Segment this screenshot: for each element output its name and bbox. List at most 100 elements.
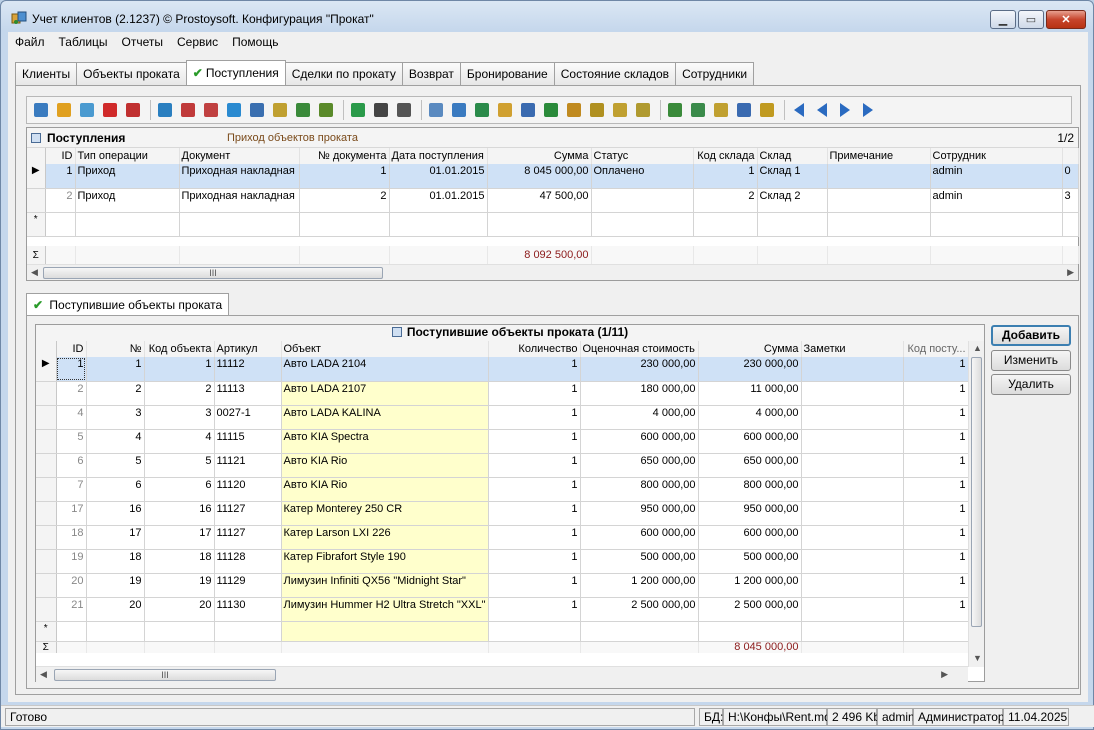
- cell-obj[interactable]: Авто LADA KALINA: [281, 405, 489, 430]
- export-excel-icon-2[interactable]: [541, 100, 561, 120]
- cell-pcode[interactable]: 1: [903, 405, 969, 430]
- col-header[interactable]: Тип операции: [75, 148, 180, 164]
- binoculars-icon[interactable]: [371, 100, 391, 120]
- cell-sum[interactable]: 650 000,00: [698, 453, 802, 478]
- cell-est[interactable]: 950 000,00: [580, 501, 699, 526]
- cell-code[interactable]: 2: [144, 381, 215, 406]
- add-button[interactable]: Добавить: [991, 325, 1071, 346]
- cell-sum[interactable]: 230 000,00: [698, 357, 802, 382]
- tab-rental-deals[interactable]: Сделки по прокату: [284, 62, 403, 86]
- cell-notes[interactable]: [801, 597, 904, 622]
- delete-multiple-icon[interactable]: [123, 100, 143, 120]
- sql-icon[interactable]: [316, 100, 336, 120]
- filter-remove-icon[interactable]: [178, 100, 198, 120]
- cell-obj[interactable]: Лимузин Hummer H2 Ultra Stretch "XXL": [281, 597, 489, 622]
- report-icon-3[interactable]: [734, 100, 754, 120]
- cell-code[interactable]: 6: [144, 477, 215, 502]
- cell-pcode[interactable]: 1: [903, 501, 969, 526]
- cell-id[interactable]: 4: [56, 405, 87, 430]
- cell-obj[interactable]: Катер Larson LXI 226: [281, 525, 489, 550]
- filter-clear-icon[interactable]: [201, 100, 221, 120]
- col-header[interactable]: Оценочная стоимость: [580, 341, 699, 357]
- cell-qty[interactable]: 1: [488, 405, 581, 430]
- close-button[interactable]: ✕: [1046, 10, 1086, 29]
- new-row[interactable]: *: [36, 621, 969, 642]
- cell-id[interactable]: 2: [56, 381, 87, 406]
- cell-notes[interactable]: [801, 381, 904, 406]
- filter-tree-icon[interactable]: [293, 100, 313, 120]
- export-icon-2[interactable]: [495, 100, 515, 120]
- cell-obj[interactable]: Авто KIA Rio: [281, 477, 489, 502]
- cell-pcode[interactable]: 1: [903, 357, 969, 382]
- filter-funnel-icon[interactable]: [270, 100, 290, 120]
- table-row[interactable]: 17 16 16 11127 Катер Monterey 250 CR 1 950 000…: [36, 501, 969, 526]
- edit-icon[interactable]: [54, 100, 74, 120]
- title-bar[interactable]: Учет клиентов (2.1237) © Prostoysoft. Ко…: [1, 1, 1093, 31]
- report-icon-2[interactable]: [711, 100, 731, 120]
- col-header[interactable]: Статус: [591, 148, 694, 164]
- cell-qty[interactable]: 1: [488, 525, 581, 550]
- col-header[interactable]: ID: [45, 148, 76, 164]
- cell-n[interactable]: 2: [86, 381, 145, 406]
- cell-est[interactable]: 600 000,00: [580, 429, 699, 454]
- cell-art[interactable]: 11129: [214, 573, 282, 598]
- cell-notes[interactable]: [801, 477, 904, 502]
- cell-sum[interactable]: 2 500 000,00: [698, 597, 802, 622]
- filter-settings-icon[interactable]: [224, 100, 244, 120]
- col-header[interactable]: Документ: [179, 148, 300, 164]
- cell-obj[interactable]: Лимузин Infiniti QX56 "Midnight Star": [281, 573, 489, 598]
- export-icon-3[interactable]: [564, 100, 584, 120]
- cell-sum[interactable]: 950 000,00: [698, 501, 802, 526]
- print-preview-icon[interactable]: [426, 100, 446, 120]
- cell-code[interactable]: 3: [144, 405, 215, 430]
- export-excel-icon[interactable]: [472, 100, 492, 120]
- cell-id[interactable]: 1: [56, 357, 87, 382]
- last-record-icon[interactable]: [858, 100, 878, 120]
- tab-return[interactable]: Возврат: [401, 62, 461, 86]
- cell-est[interactable]: 230 000,00: [580, 357, 699, 382]
- copy-icon[interactable]: [77, 100, 97, 120]
- cell-n[interactable]: 3: [86, 405, 145, 430]
- new-row[interactable]: *: [27, 212, 1079, 237]
- cell-qty[interactable]: 1: [488, 429, 581, 454]
- table-row[interactable]: ▶ 1 1 1 11112 Авто LADA 2104 1 230 000,00 230 00…: [36, 357, 969, 382]
- col-header[interactable]: Сотрудник: [930, 148, 1063, 164]
- cell-sum[interactable]: 500 000,00: [698, 549, 802, 574]
- cell-n[interactable]: 17: [86, 525, 145, 550]
- cell-n[interactable]: 4: [86, 429, 145, 454]
- vertical-scrollbar[interactable]: ▲ ▼: [968, 341, 984, 667]
- filter-save-icon[interactable]: [247, 100, 267, 120]
- report-icon[interactable]: [688, 100, 708, 120]
- delete-button[interactable]: Удалить: [991, 374, 1071, 395]
- cell-est[interactable]: 4 000,00: [580, 405, 699, 430]
- cell-code[interactable]: 1: [144, 357, 215, 382]
- cell-obj[interactable]: Авто KIA Rio: [281, 453, 489, 478]
- cell-code[interactable]: 5: [144, 453, 215, 478]
- cell-qty[interactable]: 1: [488, 453, 581, 478]
- cell-art[interactable]: 11127: [214, 525, 282, 550]
- export-xml-icon[interactable]: [633, 100, 653, 120]
- cell-qty[interactable]: 1: [488, 549, 581, 574]
- tab-received-objects[interactable]: ✔ Поступившие объекты проката: [26, 293, 230, 316]
- menu-help[interactable]: Помощь: [225, 35, 285, 49]
- scroll-down-icon[interactable]: ▼: [973, 653, 982, 663]
- col-header[interactable]: Код склада: [693, 148, 758, 164]
- cell-art[interactable]: 11113: [214, 381, 282, 406]
- cell-sum[interactable]: 600 000,00: [698, 525, 802, 550]
- table-row[interactable]: 7 6 6 11120 Авто KIA Rio 1 800 000,00 800 000,0…: [36, 477, 969, 502]
- cell-notes[interactable]: [801, 573, 904, 598]
- col-header[interactable]: Код объекта: [144, 341, 215, 357]
- cell-n[interactable]: 16: [86, 501, 145, 526]
- cell-notes[interactable]: [801, 357, 904, 382]
- cell-id[interactable]: 6: [56, 453, 87, 478]
- table-row[interactable]: 18 17 17 11127 Катер Larson LXI 226 1 600 000,…: [36, 525, 969, 550]
- tab-rental-objects[interactable]: Объекты проката: [76, 62, 187, 86]
- tab-employees[interactable]: Сотрудники: [675, 62, 755, 86]
- table-row[interactable]: 19 18 18 11128 Катер Fibrafort Style 190 1 500…: [36, 549, 969, 574]
- cell-code[interactable]: 18: [144, 549, 215, 574]
- maximize-button[interactable]: ▭: [1018, 10, 1044, 29]
- col-header[interactable]: Сумма: [487, 148, 592, 164]
- cell-art[interactable]: 11115: [214, 429, 282, 454]
- cell-art[interactable]: 11130: [214, 597, 282, 622]
- cell-notes[interactable]: [801, 501, 904, 526]
